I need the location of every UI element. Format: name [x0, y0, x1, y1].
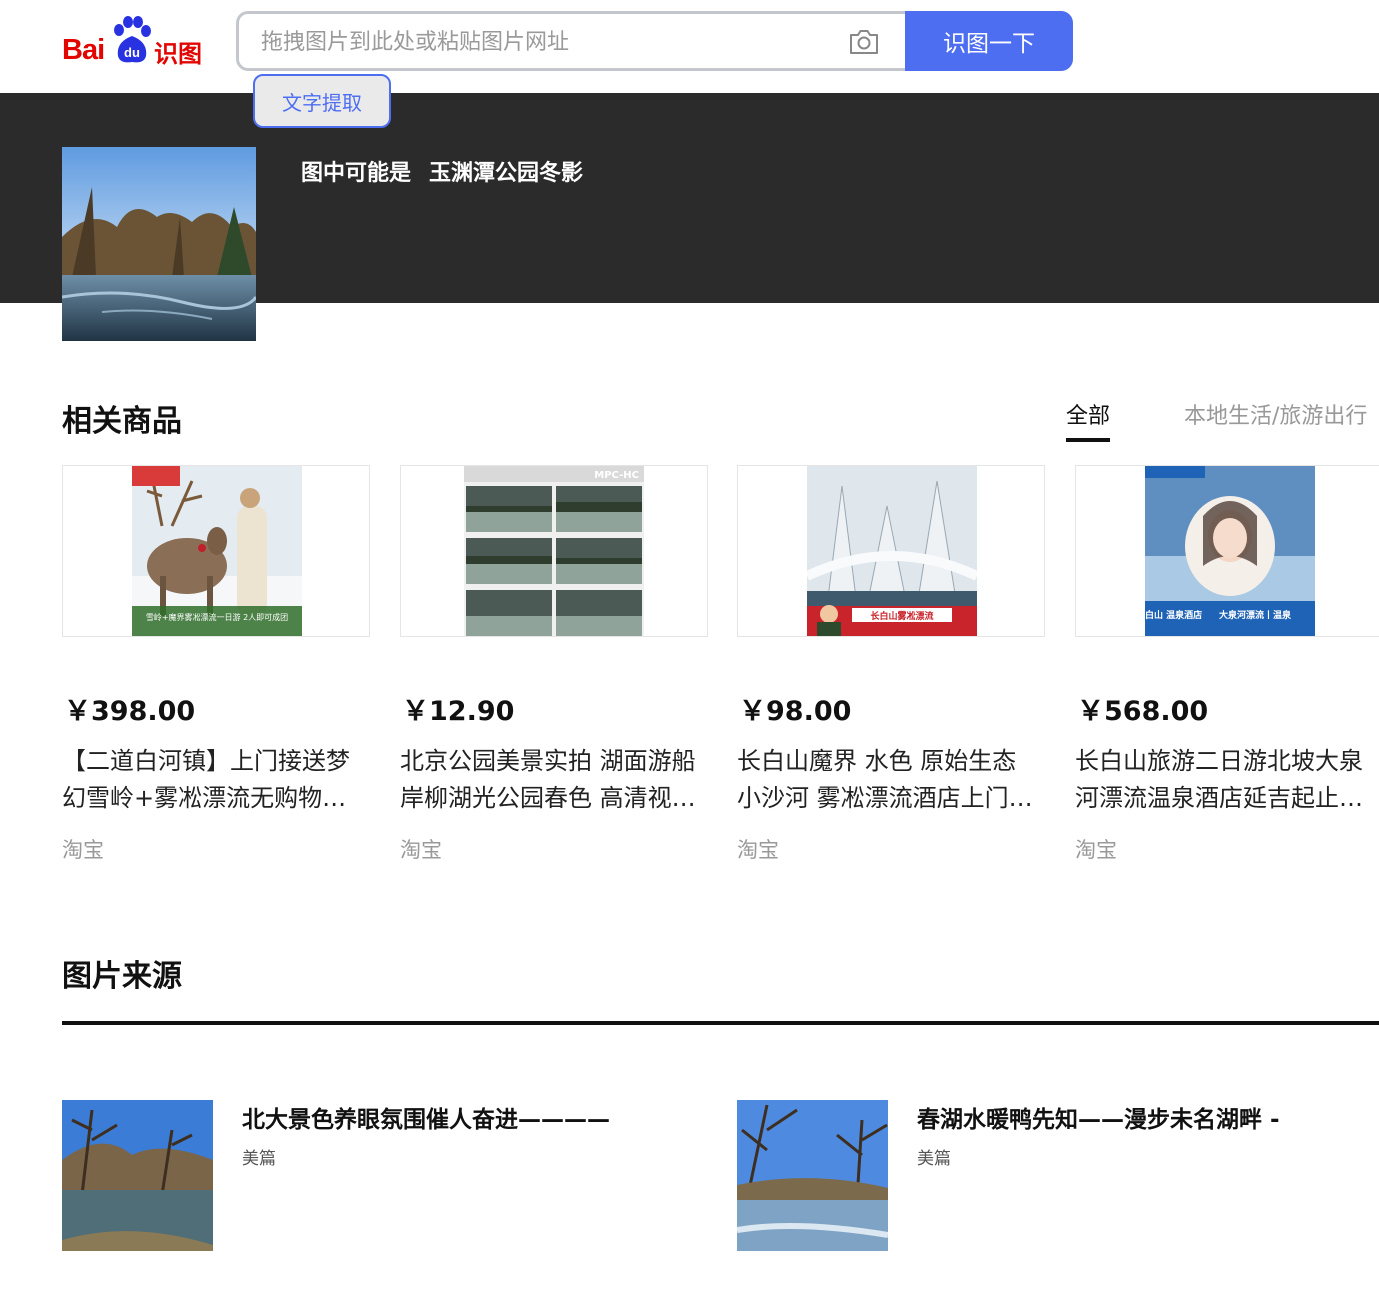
source-thumbnail — [62, 1100, 213, 1251]
source-item[interactable]: 北大景色养眼氛围催人奋进———— 美篇 — [62, 1100, 662, 1252]
source-thumbnail-graphic — [62, 1100, 213, 1251]
query-image-graphic — [62, 147, 256, 341]
product-price: ￥568.00 — [1077, 696, 1209, 727]
tab-all[interactable]: 全部 — [1066, 398, 1111, 442]
product-image-graphic: MPC-HC — [464, 466, 644, 636]
guess-prefix: 图中可能是 — [301, 161, 412, 186]
product-title[interactable]: 长白山旅游二日游北坡大泉河漂流温泉酒店延吉起止纯玩 — [1075, 743, 1379, 817]
product-shop: 淘宝 — [400, 838, 442, 862]
product3-banner-text: 长白山雾凇漂流 — [870, 610, 933, 622]
product-price: ￥398.00 — [64, 696, 196, 727]
product4-right-text: 大泉河漂流丨温泉 — [1219, 609, 1292, 621]
source-item[interactable]: 春湖水暖鸭先知——漫步未名湖畔 - 美篇 — [737, 1100, 1337, 1252]
product-title[interactable]: 长白山魔界 水色 原始生态 小沙河 雾凇漂流酒店上门接送 — [737, 743, 1045, 817]
product2-badge: MPC-HC — [594, 470, 639, 481]
product-card[interactable]: 雪岭+魔界雾凇漂流一日游 2人即可成团 ￥398.00 【二道白河镇】上门接送梦… — [62, 465, 370, 865]
product-card[interactable]: MPC-HC ￥12.90 北京公园美景实拍 湖面游船岸柳湖光公园春色 高清视频… — [400, 465, 708, 865]
search-input[interactable] — [261, 27, 821, 57]
guess-line: 图中可能是 玉渊潭公园冬影 — [301, 155, 583, 187]
goods-tabs: 全部 本地生活/旅游出行 — [1066, 398, 1379, 442]
logo-text-bai: Bai — [62, 34, 105, 66]
product-shop: 淘宝 — [62, 838, 104, 862]
sources-section-title: 图片来源 — [62, 959, 182, 994]
tab-local-travel[interactable]: 本地生活/旅游出行 — [1184, 398, 1367, 430]
source-title[interactable]: 春湖水暖鸭先知——漫步未名湖畔 - — [917, 1100, 1280, 1134]
product-title[interactable]: 北京公园美景实拍 湖面游船岸柳湖光公园春色 高清视频素材 — [400, 743, 708, 817]
camera-icon[interactable] — [848, 27, 880, 57]
logo-text-product: 识图 — [154, 40, 202, 68]
product4-left-text: 长白山 温泉酒店 — [1145, 609, 1202, 621]
text-extract-button[interactable]: 文字提取 — [253, 74, 391, 128]
guess-value[interactable]: 玉渊潭公园冬影 — [429, 161, 583, 186]
goods-section-title: 相关商品 — [62, 404, 182, 439]
source-thumbnail-graphic — [737, 1100, 888, 1251]
source-thumbnail — [737, 1100, 888, 1251]
product1-banner-text: 雪岭+魔界雾凇漂流一日游 2人即可成团 — [146, 612, 288, 622]
source-title[interactable]: 北大景色养眼氛围催人奋进———— — [242, 1100, 610, 1134]
product-image-graphic: 长白山 温泉酒店 大泉河漂流丨温泉 — [1145, 466, 1315, 636]
logo-text-du: du — [124, 45, 140, 60]
query-image[interactable] — [62, 147, 256, 341]
product-image: 雪岭+魔界雾凇漂流一日游 2人即可成团 — [62, 465, 370, 637]
product-card[interactable]: 长白山 温泉酒店 大泉河漂流丨温泉 ￥568.00 长白山旅游二日游北坡大泉河漂… — [1075, 465, 1379, 865]
search-button[interactable]: 识图一下 — [905, 11, 1073, 71]
product-card[interactable]: 长白山雾凇漂流 ￥98.00 长白山魔界 水色 原始生态 小沙河 雾凇漂流酒店上… — [737, 465, 1045, 865]
product-price: ￥12.90 — [402, 696, 515, 727]
product-image-graphic: 长白山雾凇漂流 — [807, 466, 977, 636]
baidu-paw-icon: du — [114, 16, 151, 63]
source-site: 美篇 — [242, 1149, 276, 1169]
source-site: 美篇 — [917, 1149, 951, 1169]
product-image-graphic: 雪岭+魔界雾凇漂流一日游 2人即可成团 — [132, 466, 302, 636]
product-image: 长白山雾凇漂流 — [737, 465, 1045, 637]
product-shop: 淘宝 — [737, 838, 779, 862]
section-divider — [62, 1021, 1379, 1025]
product-title[interactable]: 【二道白河镇】上门接送梦幻雪岭+雾凇漂流无购物纯玩一日游 — [62, 743, 370, 817]
product-image: MPC-HC — [400, 465, 708, 637]
product-shop: 淘宝 — [1075, 838, 1117, 862]
product-image: 长白山 温泉酒店 大泉河漂流丨温泉 — [1075, 465, 1379, 637]
product-price: ￥98.00 — [739, 696, 852, 727]
baidu-shitu-logo[interactable]: Bai du 识图 — [62, 16, 212, 68]
